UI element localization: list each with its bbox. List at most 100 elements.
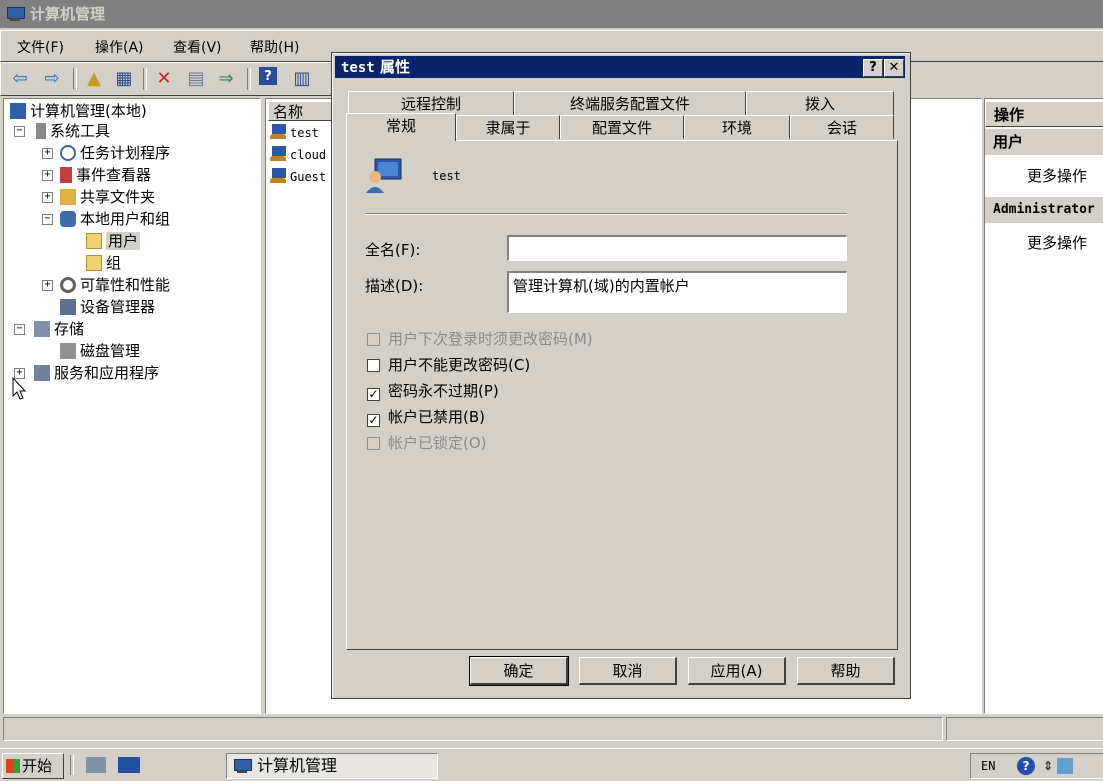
tree-reliability-label: 可靠性和性能 <box>80 276 171 294</box>
performance-icon <box>60 277 76 293</box>
tree-services-apps[interactable]: 服务和应用程序 <box>34 363 159 383</box>
tree-disk-management[interactable]: 磁盘管理 <box>60 341 140 361</box>
account-disabled-checkbox[interactable]: ✓ 帐户已禁用(B) <box>367 407 485 427</box>
account-locked-checkbox[interactable]: 帐户已锁定(O) <box>367 433 487 453</box>
checkbox-label: 帐户已锁定(O) <box>388 434 487 452</box>
checkbox-box <box>367 333 380 346</box>
tree-local-users-groups-label: 本地用户和组 <box>80 210 171 228</box>
collapse-icon[interactable]: − <box>14 324 25 335</box>
more-actions-link[interactable]: 更多操作 <box>1027 165 1087 186</box>
tree-event-viewer[interactable]: 事件查看器 <box>60 165 151 185</box>
tree-system-tools-label: 系统工具 <box>50 122 111 140</box>
properties-icon[interactable]: ▤ <box>185 67 207 89</box>
tab-general[interactable]: 常规 <box>346 113 456 141</box>
computer-management-icon <box>6 6 25 22</box>
list-item[interactable]: cloud <box>270 145 326 165</box>
menu-help[interactable]: 帮助(H) <box>250 37 299 57</box>
checkbox-label: 用户下次登录时须更改密码(M) <box>388 330 593 348</box>
tree-root[interactable]: 计算机管理(本地) <box>10 101 147 121</box>
forward-arrow-icon[interactable]: ⇨ <box>41 67 63 89</box>
tree-local-users-groups[interactable]: 本地用户和组 <box>60 209 170 229</box>
event-viewer-icon <box>60 167 72 183</box>
close-button[interactable]: ✕ <box>884 59 904 77</box>
cancel-button[interactable]: 取消 <box>579 657 677 685</box>
help-dialog-button[interactable]: 帮助 <box>797 657 895 685</box>
show-hide-action-pane-icon[interactable]: ▥ <box>291 67 313 89</box>
taskbar-item-computer-management[interactable]: 计算机管理 <box>226 753 438 779</box>
description-field[interactable]: 管理计算机(域)的内置帐户 <box>507 271 847 313</box>
tab-environment[interactable]: 环境 <box>684 115 790 139</box>
menu-action[interactable]: 操作(A) <box>95 37 144 57</box>
tab-member-of[interactable]: 隶属于 <box>456 115 560 139</box>
list-item-label: cloud <box>290 148 327 162</box>
tab-remote-control[interactable]: 远程控制 <box>348 91 514 115</box>
up-folder-icon[interactable]: ▲ <box>83 67 105 89</box>
tab-profile[interactable]: 配置文件 <box>560 115 684 139</box>
help-icon[interactable]: ? <box>259 67 277 85</box>
fullname-label: 全名(F): <box>365 241 421 259</box>
list-item[interactable]: Guest <box>270 167 326 187</box>
dialog-titlebar[interactable]: test 属性 ? ✕ <box>335 56 905 78</box>
checkmark-icon: ✓ <box>367 413 380 427</box>
must-change-password-checkbox[interactable]: 用户下次登录时须更改密码(M) <box>367 329 593 349</box>
expand-icon[interactable]: + <box>42 192 53 203</box>
cannot-change-password-checkbox[interactable]: 用户不能更改密码(C) <box>367 355 530 375</box>
tree-users[interactable]: 用户 <box>86 231 141 251</box>
tab-dial-in[interactable]: 拨入 <box>746 91 894 115</box>
show-desktop-icon[interactable] <box>118 757 140 773</box>
checkbox-label: 帐户已禁用(B) <box>388 408 485 426</box>
action-pane: 操作 用户 更多操作 Administrator 更多操作 <box>984 98 1103 714</box>
main-window-titlebar[interactable]: 计算机管理 <box>0 0 1103 28</box>
help-circle-icon[interactable]: ? <box>1017 757 1035 775</box>
dialog-title: test 属性 <box>341 56 410 79</box>
folder-icon <box>86 233 102 249</box>
tab-terminal-services-profile[interactable]: 终端服务配置文件 <box>514 91 746 115</box>
toolbar-separator <box>143 68 147 90</box>
password-never-expires-checkbox[interactable]: ✓ 密码永不过期(P) <box>367 381 499 401</box>
apply-button[interactable]: 应用(A) <box>688 657 786 685</box>
tray-arrows-icon[interactable]: ⇕ <box>1043 754 1053 778</box>
tree-groups[interactable]: 组 <box>86 253 121 273</box>
taskbar: 开始 计算机管理 EN ? ⇕ <box>0 748 1103 781</box>
expand-icon[interactable]: + <box>42 148 53 159</box>
tree-services-apps-label: 服务和应用程序 <box>54 364 160 382</box>
back-arrow-icon[interactable]: ⇦ <box>9 67 31 89</box>
collapse-icon[interactable]: − <box>42 214 53 225</box>
ok-button[interactable]: 确定 <box>469 656 569 686</box>
collapse-icon[interactable]: − <box>14 126 25 137</box>
start-button[interactable]: 开始 <box>2 753 64 779</box>
tree-task-scheduler[interactable]: 任务计划程序 <box>60 143 170 163</box>
taskbar-item-label: 计算机管理 <box>257 756 338 775</box>
tab-sessions[interactable]: 会话 <box>790 115 894 139</box>
more-actions-link[interactable]: 更多操作 <box>1027 232 1087 253</box>
start-label: 开始 <box>22 757 53 775</box>
status-bar-right <box>946 717 1103 741</box>
tree-device-manager-label: 设备管理器 <box>80 298 156 316</box>
expand-icon[interactable]: + <box>42 280 53 291</box>
menu-view[interactable]: 查看(V) <box>173 37 222 57</box>
tree-system-tools[interactable]: 系统工具 <box>36 121 110 141</box>
export-list-icon[interactable]: ⇒ <box>215 67 237 89</box>
tree-shared-folders[interactable]: 共享文件夹 <box>60 187 155 207</box>
storage-icon <box>34 321 50 337</box>
fullname-field[interactable] <box>507 235 847 261</box>
menu-file[interactable]: 文件(F) <box>17 37 64 57</box>
tree-task-scheduler-label: 任务计划程序 <box>80 144 171 162</box>
tree-storage[interactable]: 存储 <box>34 319 84 339</box>
network-icon[interactable] <box>1057 758 1073 774</box>
delete-icon[interactable]: ✕ <box>153 67 175 89</box>
language-indicator[interactable]: EN <box>981 754 995 778</box>
action-group-administrator[interactable]: Administrator <box>985 197 1103 223</box>
list-item[interactable]: test <box>270 123 319 143</box>
show-hide-tree-icon[interactable]: ▦ <box>113 67 135 89</box>
expand-icon[interactable]: + <box>42 170 53 181</box>
username-label: test <box>432 169 461 183</box>
users-group-icon <box>60 211 76 227</box>
tree-device-manager[interactable]: 设备管理器 <box>60 297 155 317</box>
action-group-users[interactable]: 用户 <box>985 129 1103 155</box>
help-button[interactable]: ? <box>863 59 883 77</box>
server-manager-icon[interactable] <box>86 757 106 773</box>
list-item-label: test <box>290 126 319 140</box>
tree-reliability[interactable]: 可靠性和性能 <box>60 275 170 295</box>
disabled-user-icon <box>270 168 288 184</box>
